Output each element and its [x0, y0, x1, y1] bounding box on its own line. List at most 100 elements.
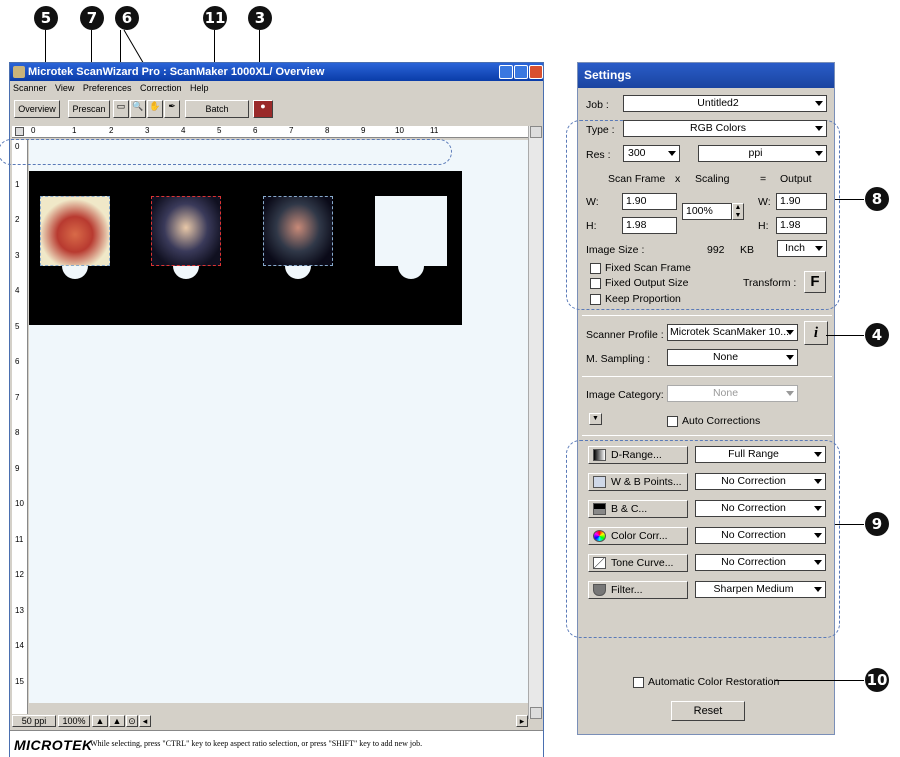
- chevron-down-icon: [786, 355, 794, 360]
- keep-proportion-label: Keep Proportion: [605, 293, 681, 305]
- divider: [582, 315, 832, 316]
- menu-help[interactable]: Help: [190, 83, 209, 93]
- minimize-button[interactable]: [499, 65, 513, 79]
- chevron-down-icon: [786, 330, 794, 335]
- eyedropper-tool-icon[interactable]: ✒: [164, 100, 180, 118]
- scanner-profile-value: Microtek ScanMaker 10...: [670, 326, 790, 338]
- bc-button[interactable]: B & C...: [588, 500, 688, 518]
- vertical-scrollbar[interactable]: [528, 126, 542, 719]
- ruler-tick-label: 1: [15, 180, 20, 189]
- slide-thumbnail[interactable]: [40, 196, 110, 266]
- res-select[interactable]: 300: [623, 145, 680, 162]
- ruler-tick-label: 9: [361, 126, 366, 135]
- fixed-output-size-checkbox[interactable]: [590, 278, 601, 289]
- ruler-tick-label: 15: [15, 677, 24, 686]
- color-corr-label: Color Corr...: [611, 530, 668, 542]
- main-window: Microtek ScanWizard Pro : ScanMaker 1000…: [0, 62, 544, 757]
- image-category-select[interactable]: None: [667, 385, 798, 402]
- color-corr-select[interactable]: No Correction: [695, 527, 826, 544]
- window-title: Microtek ScanWizard Pro : ScanMaker 1000…: [28, 66, 325, 78]
- empty-slide-slot: [375, 196, 447, 266]
- scaling-spinner-icon[interactable]: ▲ ▼: [732, 203, 744, 220]
- settings-panel: Settings Job : Untitled2 Type : RGB Colo…: [566, 62, 840, 735]
- sf-height-label: H:: [586, 220, 597, 232]
- bc-label: B & C...: [611, 503, 648, 515]
- expand-icon[interactable]: ▼: [589, 413, 602, 425]
- chevron-down-icon: [814, 506, 822, 511]
- info-button[interactable]: i: [804, 321, 828, 345]
- fixed-scan-frame-checkbox[interactable]: [590, 263, 601, 274]
- transform-button[interactable]: F: [804, 271, 826, 293]
- scan-frame-height-field[interactable]: 1.98: [622, 217, 677, 234]
- reset-button[interactable]: Reset: [671, 701, 745, 721]
- zoom-tool-icon[interactable]: 🔍: [130, 100, 146, 118]
- d-range-button[interactable]: D-Range...: [588, 446, 688, 464]
- filter-button[interactable]: Filter...: [588, 581, 688, 599]
- batch-button[interactable]: Batch: [185, 100, 249, 118]
- wb-points-select[interactable]: No Correction: [695, 473, 826, 490]
- divider: [582, 376, 832, 377]
- scan-frame-width-field[interactable]: 1.90: [622, 193, 677, 210]
- scan-frame-label[interactable]: Scan Frame: [608, 173, 665, 185]
- leader-line: [835, 199, 864, 200]
- menu-scanner[interactable]: Scanner: [13, 83, 47, 93]
- menu-preferences[interactable]: Preferences: [83, 83, 132, 93]
- slide-thumbnail[interactable]: [263, 196, 333, 266]
- type-select[interactable]: RGB Colors: [623, 120, 827, 137]
- select-tool-icon[interactable]: ▭: [113, 100, 129, 118]
- filter-select[interactable]: Sharpen Medium: [695, 581, 826, 598]
- output-height-field[interactable]: 1.98: [776, 217, 827, 234]
- maximize-button[interactable]: [514, 65, 528, 79]
- scroll-up-icon[interactable]: [530, 126, 542, 138]
- bc-value: No Correction: [721, 502, 786, 514]
- scanner-profile-select[interactable]: Microtek ScanMaker 10...: [667, 324, 798, 341]
- keep-proportion-checkbox[interactable]: [590, 294, 601, 305]
- job-select[interactable]: Untitled2: [623, 95, 827, 112]
- d-range-icon: [593, 449, 606, 461]
- ruler-tick-label: 0: [31, 126, 36, 135]
- zoom-in-icon[interactable]: ▲: [92, 715, 108, 727]
- color-corr-button[interactable]: Color Corr...: [588, 527, 688, 545]
- wb-points-button[interactable]: W & B Points...: [588, 473, 688, 491]
- ruler-tick-label: 9: [15, 464, 20, 473]
- d-range-select[interactable]: Full Range: [695, 446, 826, 463]
- scroll-left-icon[interactable]: ◂: [139, 715, 151, 727]
- settings-title: Settings: [578, 63, 834, 88]
- zoom-out-icon[interactable]: ▲: [109, 715, 125, 727]
- output-label[interactable]: Output: [780, 173, 812, 185]
- fit-icon[interactable]: ⊙: [126, 715, 138, 727]
- output-width-field[interactable]: 1.90: [776, 193, 827, 210]
- overview-button[interactable]: Overview: [14, 100, 60, 118]
- slide-thumbnail-selected[interactable]: [151, 196, 221, 266]
- chevron-down-icon: [814, 479, 822, 484]
- hand-tool-icon[interactable]: ✋: [147, 100, 163, 118]
- tone-curve-button[interactable]: Tone Curve...: [588, 554, 688, 572]
- chevron-down-icon: [815, 126, 823, 131]
- res-unit-select[interactable]: ppi: [698, 145, 827, 162]
- scaling-field[interactable]: 100%: [682, 203, 732, 220]
- ruler-origin-icon[interactable]: [15, 127, 24, 136]
- image-category-label: Image Category:: [586, 389, 664, 401]
- scan-icon[interactable]: ●: [253, 100, 273, 118]
- slide-notch: [173, 266, 199, 279]
- m-sampling-select[interactable]: None: [667, 349, 798, 366]
- transform-label: Transform :: [743, 277, 797, 289]
- callout-8: 8: [865, 187, 889, 211]
- unit-select[interactable]: Inch: [777, 240, 827, 257]
- scaling-label[interactable]: Scaling: [695, 173, 729, 185]
- menu-correction[interactable]: Correction: [140, 83, 182, 93]
- prescan-button[interactable]: Prescan: [68, 100, 110, 118]
- menu-view[interactable]: View: [55, 83, 74, 93]
- bc-select[interactable]: No Correction: [695, 500, 826, 517]
- tone-curve-value: No Correction: [721, 556, 786, 568]
- close-button[interactable]: [529, 65, 543, 79]
- auto-color-restoration-checkbox[interactable]: [633, 677, 644, 688]
- scroll-right-icon[interactable]: ▸: [516, 715, 528, 727]
- fixed-scan-frame-label: Fixed Scan Frame: [605, 262, 691, 274]
- tone-curve-select[interactable]: No Correction: [695, 554, 826, 571]
- times-label: x: [675, 173, 681, 185]
- microtek-logo: MICROTEK: [14, 737, 93, 753]
- auto-corrections-checkbox[interactable]: [667, 416, 678, 427]
- image-size-label: Image Size :: [586, 244, 645, 256]
- zoom-percent: 100%: [58, 715, 90, 727]
